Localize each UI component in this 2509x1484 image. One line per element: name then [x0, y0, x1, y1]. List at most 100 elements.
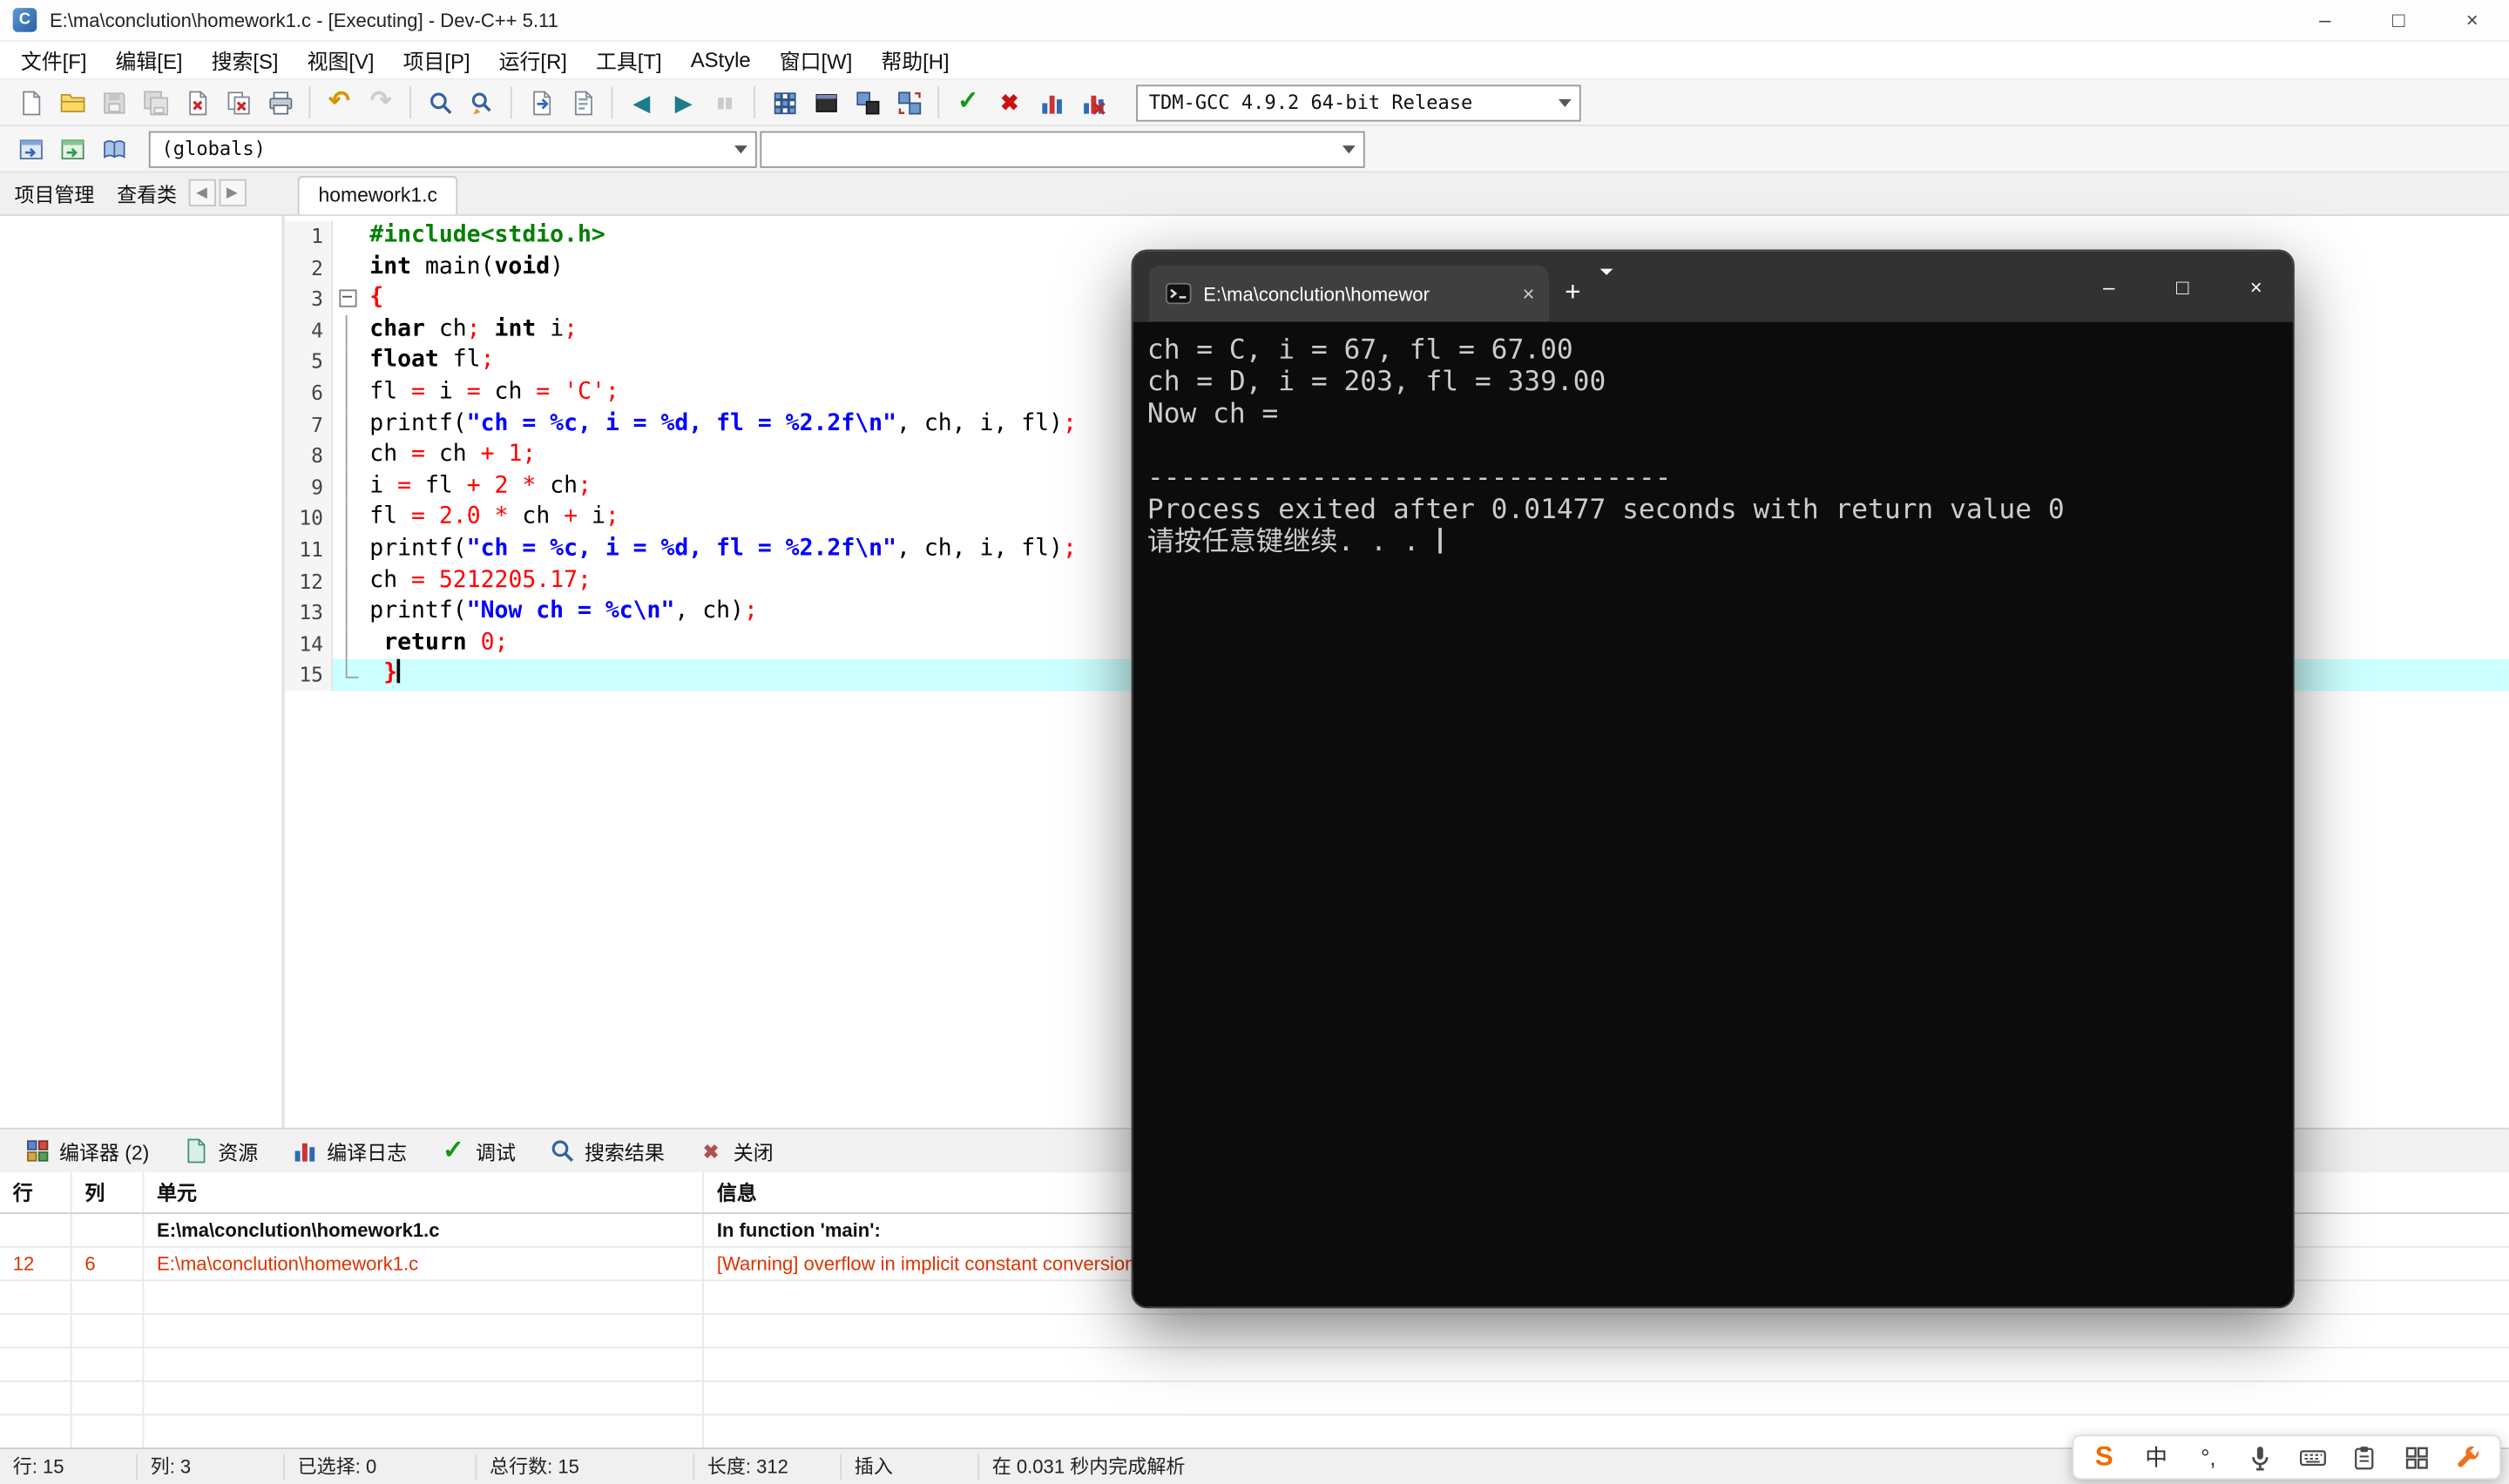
maximize-button[interactable]: □: [2362, 0, 2435, 40]
goto-function-icon: [568, 88, 597, 117]
tab-view-classes[interactable]: 查看类: [105, 172, 188, 215]
menu-project[interactable]: 项目[P]: [389, 40, 484, 80]
cell-line: 12: [0, 1247, 72, 1280]
new-file-button[interactable]: [10, 84, 51, 122]
goto-function-button[interactable]: [562, 84, 604, 122]
code-token: 1;: [508, 442, 537, 468]
menu-window[interactable]: 窗口[W]: [765, 40, 867, 80]
menu-view[interactable]: 视图[V]: [293, 40, 389, 80]
terminal-output[interactable]: ch = C, i = 67, fl = 67.00 ch = D, i = 20…: [1133, 321, 2293, 1307]
class-browser-toolbar: (globals): [0, 126, 2509, 173]
voice-input[interactable]: [2242, 1438, 2280, 1476]
menu-astyle[interactable]: AStyle: [676, 44, 765, 78]
code-line[interactable]: 1 #include<stdio.h>: [284, 220, 2509, 253]
code-token: }: [383, 661, 398, 687]
window-title: E:\ma\conclution\homework1.c - [Executin…: [49, 9, 558, 31]
back-button[interactable]: ◀: [621, 84, 663, 122]
project-manager-panel[interactable]: [0, 215, 285, 1128]
terminal-maximize-button[interactable]: □: [2146, 251, 2219, 321]
globals-combobox[interactable]: (globals): [148, 130, 757, 167]
compile-run-button[interactable]: [847, 84, 889, 122]
lang-mode[interactable]: 中: [2137, 1438, 2175, 1476]
chevron-down-icon[interactable]: [727, 132, 755, 166]
run-button[interactable]: [805, 84, 847, 122]
tab-close-panel[interactable]: ✖ 关闭: [680, 1130, 789, 1173]
code-token: +: [466, 473, 481, 499]
tab-compiler[interactable]: 编译器 (2): [6, 1130, 165, 1173]
close-all-button[interactable]: [218, 84, 260, 122]
code-token: ;: [466, 316, 481, 342]
menu-help[interactable]: 帮助[H]: [867, 40, 964, 80]
terminal-close-button[interactable]: ×: [2220, 251, 2293, 321]
sogou-logo[interactable]: S: [2085, 1438, 2123, 1476]
terminal-new-tab-button[interactable]: +: [1565, 277, 1580, 309]
insert-snippet-button[interactable]: [10, 130, 51, 168]
save-button[interactable]: [93, 84, 135, 122]
tab-debug[interactable]: ✓ 调试: [423, 1130, 531, 1173]
code-token: 0;: [480, 630, 509, 656]
terminal-window-controls: – □ ×: [2073, 251, 2293, 321]
members-combobox[interactable]: [760, 130, 1365, 167]
close-file-button[interactable]: [176, 84, 218, 122]
chevron-down-icon[interactable]: [1335, 132, 1363, 166]
chevron-down-icon[interactable]: [1551, 85, 1579, 119]
tab-project-manager[interactable]: 项目管理: [3, 172, 106, 215]
editor-tab-homework1[interactable]: homework1.c: [297, 176, 458, 215]
tab-scroll-left-button[interactable]: ◀: [187, 179, 216, 206]
apps-grid[interactable]: [2397, 1438, 2436, 1476]
tab-label: 编译日志: [327, 1142, 408, 1165]
find-button[interactable]: [419, 84, 461, 122]
pause-button[interactable]: ▮▮: [704, 84, 746, 122]
print-button[interactable]: [260, 84, 301, 122]
forward-button[interactable]: ▶: [662, 84, 704, 122]
open-file-button[interactable]: [51, 84, 93, 122]
delete-profiling-button[interactable]: [1072, 84, 1114, 122]
terminal-line: Process exited after 0.01477 seconds wit…: [1146, 494, 2065, 527]
tab-resources[interactable]: 资源: [166, 1130, 274, 1173]
compiler-combobox[interactable]: TDM-GCC 4.9.2 64-bit Release: [1136, 84, 1581, 121]
soft-keyboard[interactable]: [2293, 1438, 2331, 1476]
menu-run[interactable]: 运行[R]: [484, 40, 581, 80]
line-number: 2: [284, 252, 334, 284]
undo-button[interactable]: ↶: [319, 84, 361, 122]
tab-label: 搜索结果: [584, 1142, 665, 1165]
profile-button[interactable]: [1031, 84, 1072, 122]
clipboard[interactable]: [2345, 1438, 2384, 1476]
code-token: +: [480, 442, 495, 468]
soft-keyboard-icon: [2298, 1443, 2327, 1472]
close-button[interactable]: ×: [2435, 0, 2508, 40]
compile-button[interactable]: [763, 84, 805, 122]
fold-margin: [333, 377, 365, 408]
fold-collapse-icon[interactable]: [333, 283, 365, 314]
rebuild-all-button[interactable]: [888, 84, 930, 122]
tab-compile-log[interactable]: 编译日志: [274, 1130, 423, 1173]
tab-search-results[interactable]: 搜索结果: [531, 1130, 680, 1173]
code-token: fl: [369, 379, 412, 405]
punctuation[interactable]: °,: [2189, 1438, 2228, 1476]
menu-tools[interactable]: 工具[T]: [581, 40, 676, 80]
replace-button[interactable]: [461, 84, 503, 122]
syntax-check-button[interactable]: ✓: [947, 84, 989, 122]
terminal-tab-dropdown-button[interactable]: [1599, 268, 1613, 304]
menu-search[interactable]: 搜索[S]: [197, 40, 293, 80]
terminal-window[interactable]: E:\ma\conclution\homewor × + – □ × ch = …: [1131, 249, 2295, 1309]
minimize-button[interactable]: –: [2288, 0, 2361, 40]
fold-margin: [333, 471, 365, 503]
terminal-minimize-button[interactable]: –: [2073, 251, 2146, 321]
goto-line-button[interactable]: [520, 84, 562, 122]
toolbox[interactable]: [2450, 1438, 2488, 1476]
menu-file[interactable]: 文件[F]: [6, 40, 101, 80]
goto-bookmark-button[interactable]: [93, 130, 135, 168]
save-all-button[interactable]: [134, 84, 176, 122]
toggle-bookmark-button[interactable]: [51, 130, 93, 168]
terminal-tab-close-icon[interactable]: ×: [1522, 281, 1534, 306]
terminal-tab[interactable]: E:\ma\conclution\homewor ×: [1148, 265, 1549, 322]
code-token: , ch, i, fl): [896, 410, 1063, 436]
menu-edit[interactable]: 编辑[E]: [101, 40, 197, 80]
tab-scroll-right-button[interactable]: ▶: [218, 179, 246, 206]
redo-button[interactable]: ↷: [360, 84, 402, 122]
abort-compilation-button[interactable]: ✖: [989, 84, 1031, 122]
